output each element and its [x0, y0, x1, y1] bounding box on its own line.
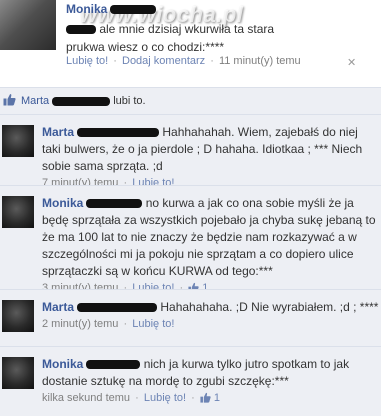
comment-item: Monika no kurwa a jak co ona sobie myśli… — [0, 185, 381, 294]
comment-meta: 2 minut(y) temu · Lubię to! — [42, 318, 175, 330]
post-timestamp[interactable]: 11 minut(y) temu — [219, 55, 301, 67]
post-author-name[interactable]: Monika — [66, 2, 107, 16]
likes-suffix: lubi to. — [113, 95, 146, 107]
redaction-scribble — [86, 360, 141, 370]
commenter-name[interactable]: Marta — [42, 300, 74, 314]
comment-item: Monika nich ja kurwa tylko jutro spotkam… — [0, 346, 381, 416]
comment-like-link[interactable]: Lubię to! — [132, 318, 174, 330]
status-post: www.wiocha.pl Monika ale mnie dzisiaj wk… — [0, 0, 381, 80]
redaction-scribble — [110, 5, 157, 15]
redaction-scribble — [66, 25, 96, 35]
commenter-avatar[interactable] — [2, 125, 34, 157]
close-icon[interactable]: ✕ — [347, 56, 356, 69]
comment-like-link[interactable]: Lubię to! — [144, 392, 186, 404]
commenter-avatar[interactable] — [2, 357, 34, 389]
thumbs-up-icon — [200, 392, 211, 409]
comment-text: Hahahahaha. ;D Nie wyrabiałem. ;d ; **** — [160, 300, 379, 314]
post-text: ale mnie dzisiaj wkurwiła ta stara prukw… — [66, 22, 275, 54]
likes-summary: Marta lubi to. — [0, 87, 381, 114]
comment-timestamp[interactable]: 2 minut(y) temu — [42, 318, 118, 330]
comment-timestamp[interactable]: kilka sekund temu — [42, 392, 130, 404]
commenter-name[interactable]: Monika — [42, 357, 83, 371]
liker-name[interactable]: Marta — [21, 95, 49, 107]
redaction-scribble — [52, 96, 111, 106]
post-add-comment-link[interactable]: Dodaj komentarz — [122, 55, 205, 67]
commenter-avatar[interactable] — [2, 196, 34, 228]
comment-meta: kilka sekund temu · Lubię to! · 1 — [42, 390, 379, 409]
commenter-avatar[interactable] — [2, 300, 34, 332]
redaction-scribble — [77, 303, 158, 313]
redaction-scribble — [86, 199, 143, 209]
comment-item: Marta Hahhahahah. Wiem, zajebałś do niej… — [0, 114, 381, 189]
comment-text: no kurwa a jak co ona sobie myśli że ja … — [42, 196, 376, 278]
author-avatar[interactable] — [0, 0, 56, 50]
post-meta: Lubię to! · Dodaj komentarz · 11 minut(y… — [66, 55, 301, 67]
commenter-name[interactable]: Monika — [42, 196, 83, 210]
comment-item: Marta Hahahahaha. ;D Nie wyrabiałem. ;d … — [0, 289, 381, 346]
comment-like-count[interactable]: 1 — [214, 392, 220, 404]
redaction-scribble — [77, 128, 160, 138]
commenter-name[interactable]: Marta — [42, 125, 74, 139]
thumbs-up-icon — [3, 93, 16, 109]
post-like-link[interactable]: Lubię to! — [66, 55, 108, 67]
